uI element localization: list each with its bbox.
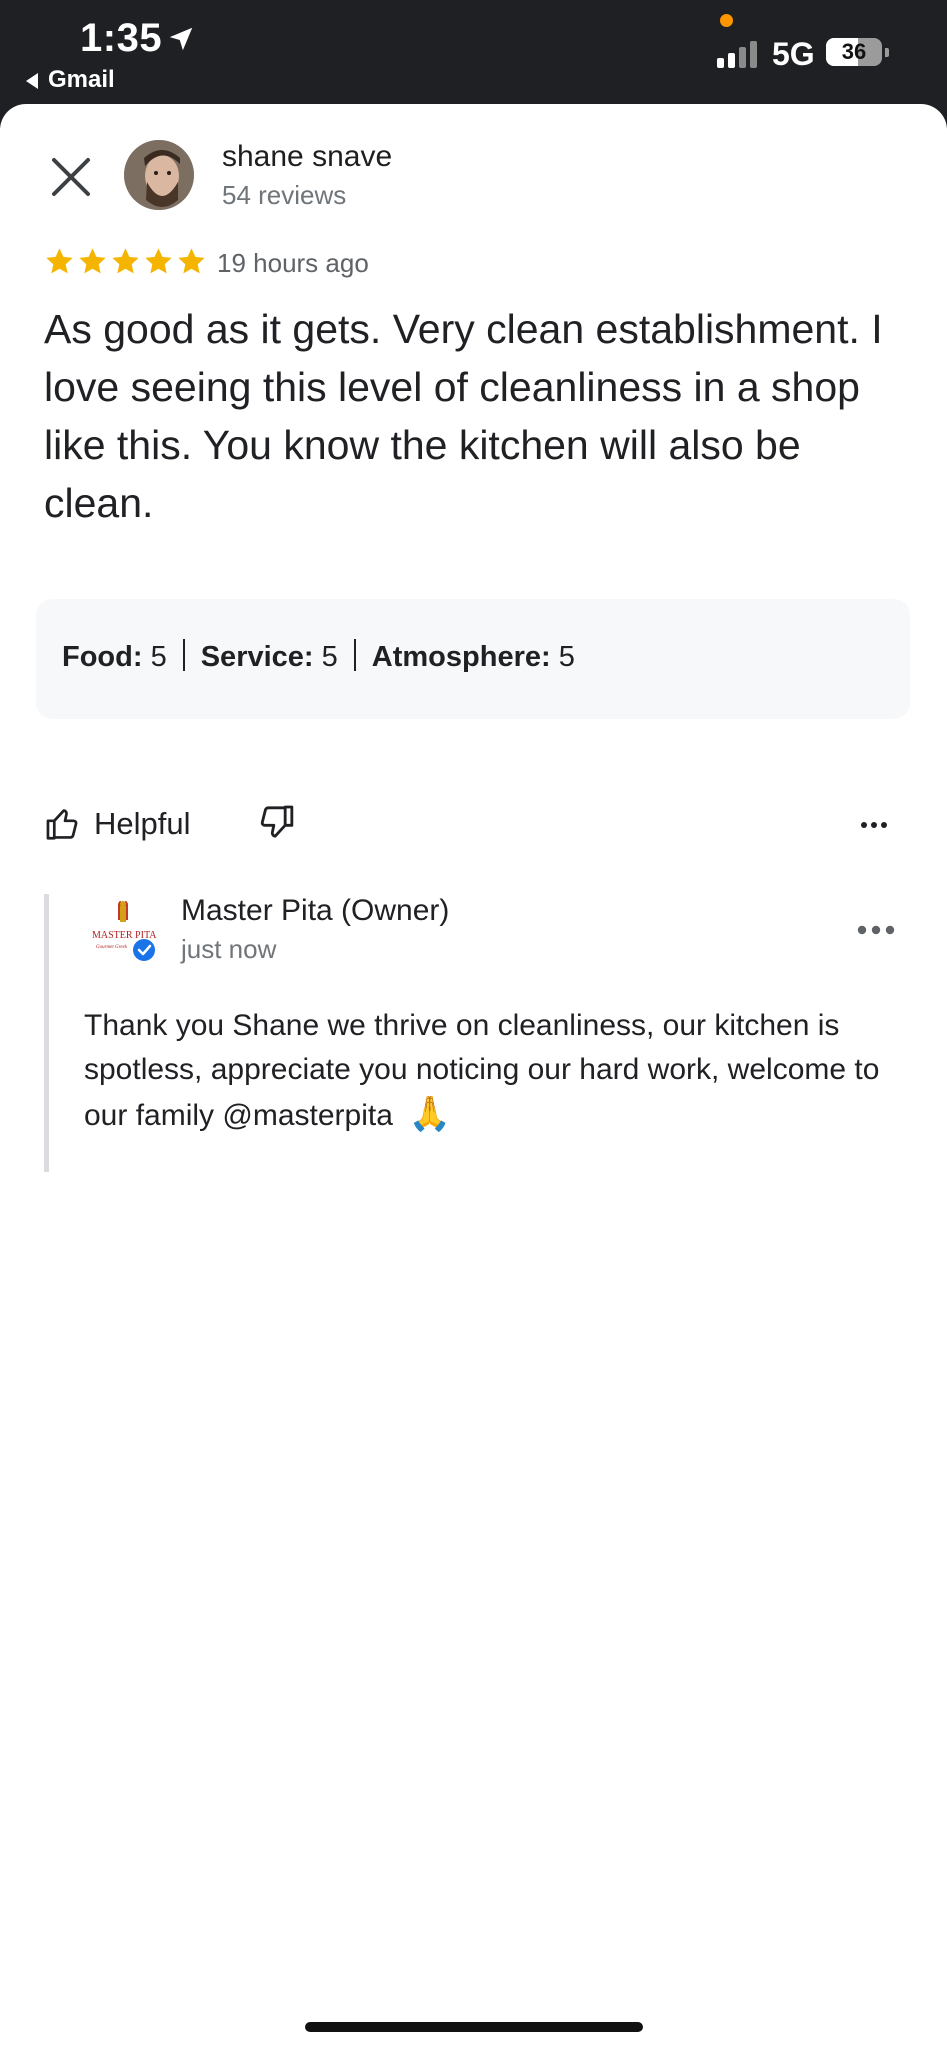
back-triangle-icon	[26, 72, 38, 89]
star-icon	[46, 248, 73, 274]
star-rating	[44, 246, 207, 282]
service-rating-label: Service:	[200, 641, 314, 673]
owner-response-time: just now	[181, 934, 277, 964]
owner-name: Master Pita (Owner)	[181, 894, 450, 927]
food-rating-label: Food:	[62, 641, 143, 673]
praying-hands-emoji: 🙏	[408, 1095, 452, 1133]
network-type: 5G	[772, 36, 815, 72]
sub-ratings: Food: 5 Service: 5 Atmosphere: 5	[62, 639, 575, 674]
more-options-icon[interactable]	[860, 820, 888, 830]
reviewer-name[interactable]: shane snave	[222, 140, 392, 174]
review-time-ago: 19 hours ago	[217, 248, 369, 278]
owner-logo[interactable]: MASTER PITA Gourmet Greek	[88, 896, 162, 970]
rating-separator	[182, 639, 185, 672]
star-icon	[145, 248, 172, 274]
rating-separator	[353, 639, 356, 672]
helpful-button[interactable]: Helpful	[44, 802, 191, 846]
reviewer-review-count: 54 reviews	[222, 180, 347, 210]
status-bar: 1:35 Gmail 5G 36	[0, 0, 947, 104]
location-arrow-icon	[169, 27, 193, 51]
battery-icon: 36	[826, 38, 882, 66]
review-text: As good as it gets. Very clean establish…	[44, 306, 883, 526]
atmosphere-rating-value: 5	[558, 641, 575, 673]
status-time: 1:35	[80, 16, 163, 60]
star-icon	[79, 248, 106, 274]
owner-response-bar	[44, 894, 49, 1172]
owner-response-text: Thank you Shane we thrive on cleanliness…	[84, 1004, 914, 1138]
signal-strength-icon	[717, 41, 757, 68]
battery-tip	[885, 48, 889, 57]
thumbs-down-icon[interactable]	[256, 802, 296, 842]
battery-level: 36	[841, 39, 867, 64]
helpful-label: Helpful	[94, 806, 191, 841]
svg-text:Gourmet Greek: Gourmet Greek	[96, 945, 128, 950]
service-rating-value: 5	[321, 641, 338, 673]
back-to-app-link[interactable]: Gmail	[26, 66, 115, 94]
reviewer-avatar[interactable]	[124, 140, 194, 210]
thumbs-up-icon	[46, 809, 78, 840]
owner-response-body: Thank you Shane we thrive on cleanliness…	[84, 1009, 880, 1132]
sub-ratings-box: Food: 5 Service: 5 Atmosphere: 5	[36, 599, 910, 719]
svg-text:MASTER PITA: MASTER PITA	[92, 930, 157, 941]
atmosphere-rating-label: Atmosphere:	[371, 641, 551, 673]
owner-more-options-icon[interactable]	[856, 924, 896, 936]
food-rating-value: 5	[150, 641, 167, 673]
home-indicator[interactable]	[305, 2022, 643, 2032]
back-app-label: Gmail	[48, 66, 115, 93]
close-icon[interactable]	[48, 154, 94, 200]
star-icon	[112, 248, 139, 274]
review-sheet: shane snave 54 reviews 19 hours ago As g…	[0, 104, 947, 2048]
star-icon	[178, 248, 205, 274]
privacy-indicator-dot	[720, 14, 733, 27]
